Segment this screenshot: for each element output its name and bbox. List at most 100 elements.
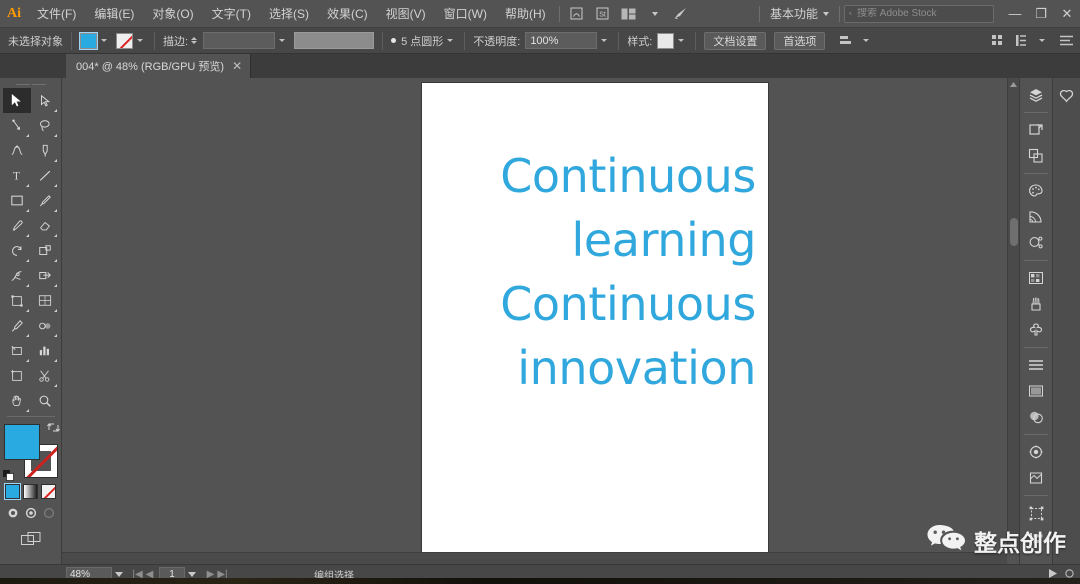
- lasso-tool[interactable]: [31, 113, 59, 138]
- menu-help[interactable]: 帮助(H): [496, 0, 555, 28]
- width-tool[interactable]: [3, 263, 31, 288]
- default-fill-stroke-icon[interactable]: [2, 468, 14, 481]
- document-tab[interactable]: 004* @ 48% (RGB/GPU 预览) ✕: [66, 54, 252, 78]
- stock-search-box[interactable]: [844, 4, 994, 23]
- close-button[interactable]: ✕: [1054, 2, 1080, 26]
- graph-tool[interactable]: [31, 338, 59, 363]
- draw-inside-icon[interactable]: [42, 506, 55, 519]
- opacity-dropdown-icon[interactable]: [597, 33, 610, 49]
- graphic-style-swatch[interactable]: [657, 32, 675, 49]
- align-dropdown-icon[interactable]: [859, 33, 872, 49]
- menu-type[interactable]: 文字(T): [203, 0, 260, 28]
- hand-tool[interactable]: [3, 388, 31, 413]
- menu-select[interactable]: 选择(S): [260, 0, 318, 28]
- recolor-dropdown-icon[interactable]: [1035, 33, 1048, 49]
- artboard-text-object[interactable]: Continuous learning Continuous innovatio…: [448, 145, 756, 401]
- paintbrush-tool[interactable]: [31, 188, 59, 213]
- layers-panel-icon[interactable]: [1022, 82, 1050, 108]
- fill-swatch[interactable]: [79, 31, 98, 50]
- transparency-panel-icon[interactable]: [1022, 404, 1050, 430]
- swap-fill-stroke-icon[interactable]: [46, 421, 60, 434]
- tools-panel-grip[interactable]: [0, 81, 61, 88]
- brush-dropdown-icon[interactable]: [443, 33, 456, 49]
- fill-dropdown-icon[interactable]: [97, 33, 110, 49]
- fill-indicator[interactable]: [3, 424, 40, 460]
- eraser-tool[interactable]: [31, 213, 59, 238]
- free-transform-tool[interactable]: [3, 288, 31, 313]
- selection-tool[interactable]: [2, 88, 31, 113]
- canvas-vertical-scrollbar[interactable]: [1007, 78, 1019, 552]
- none-mode-button[interactable]: [41, 484, 56, 499]
- style-dropdown-icon[interactable]: [674, 33, 687, 49]
- menu-window[interactable]: 窗口(W): [435, 0, 496, 28]
- brushes-panel-icon[interactable]: [1022, 291, 1050, 317]
- arrange-documents-icon[interactable]: [618, 4, 640, 24]
- pen-tool[interactable]: [31, 138, 59, 163]
- stroke-swatch[interactable]: [116, 32, 133, 49]
- canvas-area[interactable]: Continuous learning Continuous innovatio…: [62, 78, 1019, 564]
- scissors-tool[interactable]: [31, 363, 59, 388]
- search-input[interactable]: [857, 8, 989, 19]
- artboard[interactable]: Continuous learning Continuous innovatio…: [422, 83, 768, 562]
- blend-tool[interactable]: [31, 313, 59, 338]
- draw-normal-icon[interactable]: [6, 506, 19, 519]
- magic-wand-tool[interactable]: [31, 88, 59, 113]
- stroke-dropdown-icon[interactable]: [133, 33, 146, 49]
- pencil-tool[interactable]: [3, 213, 31, 238]
- stroke-profile-field[interactable]: [203, 32, 276, 49]
- restore-button[interactable]: ❐: [1028, 2, 1054, 26]
- type-tool[interactable]: T: [3, 163, 31, 188]
- transform-panel-icon[interactable]: [1022, 500, 1050, 526]
- menu-file[interactable]: 文件(F): [28, 0, 85, 28]
- menu-effect[interactable]: 效果(C): [318, 0, 377, 28]
- menu-view[interactable]: 视图(V): [377, 0, 435, 28]
- graphic-styles-panel-icon[interactable]: [1022, 465, 1050, 491]
- asset-export-panel-icon[interactable]: [1022, 143, 1050, 169]
- panel-menu-icon[interactable]: [1056, 31, 1076, 51]
- color-mode-button[interactable]: [4, 483, 21, 500]
- eyedropper-tool[interactable]: [3, 313, 31, 338]
- grid-view-icon[interactable]: [987, 31, 1007, 51]
- stroke-panel-icon[interactable]: [1022, 352, 1050, 378]
- color-themes-panel-icon[interactable]: [1022, 230, 1050, 256]
- color-guide-panel-icon[interactable]: [1022, 204, 1050, 230]
- curvature-tool[interactable]: [3, 138, 31, 163]
- screen-mode-icon[interactable]: [18, 529, 44, 549]
- scroll-down-icon[interactable]: [1008, 540, 1019, 552]
- variable-width-field[interactable]: [294, 32, 375, 49]
- swatches-panel-icon[interactable]: [1022, 265, 1050, 291]
- color-panel-icon[interactable]: [1022, 178, 1050, 204]
- stroke-weight-stepper[interactable]: [191, 37, 198, 44]
- preferences-button[interactable]: 首选项: [774, 31, 826, 50]
- scroll-up-icon[interactable]: [1008, 78, 1019, 90]
- gradient-mode-button[interactable]: [23, 484, 38, 499]
- stock-icon[interactable]: St: [592, 4, 614, 24]
- rotate-tool[interactable]: [3, 238, 31, 263]
- workspace-switcher[interactable]: 基本功能: [764, 4, 835, 24]
- direct-selection-tool[interactable]: [3, 113, 31, 138]
- menu-edit[interactable]: 编辑(E): [85, 0, 143, 28]
- vertical-scroll-thumb[interactable]: [1010, 218, 1018, 246]
- menu-object[interactable]: 对象(O): [143, 0, 202, 28]
- stroke-profile-dropdown-icon[interactable]: [275, 33, 288, 49]
- appearance-panel-icon[interactable]: [1022, 439, 1050, 465]
- perspective-grid-tool[interactable]: [31, 288, 59, 313]
- gradient-panel-icon[interactable]: [1022, 378, 1050, 404]
- document-setup-button[interactable]: 文档设置: [704, 31, 767, 50]
- draw-behind-icon[interactable]: [24, 506, 37, 519]
- zoom-tool[interactable]: [31, 388, 59, 413]
- line-segment-tool[interactable]: [31, 163, 59, 188]
- rectangle-tool[interactable]: [3, 188, 31, 213]
- align-panel-icon[interactable]: [1022, 526, 1050, 552]
- shape-builder-tool[interactable]: [31, 263, 59, 288]
- chevron-down-icon[interactable]: [644, 4, 666, 24]
- libraries-panel-icon[interactable]: [1053, 82, 1080, 108]
- artboards-panel-icon[interactable]: [1022, 117, 1050, 143]
- slice-tool[interactable]: [3, 338, 31, 363]
- close-icon[interactable]: ✕: [232, 60, 242, 72]
- artboard-tool[interactable]: [3, 363, 31, 388]
- minimize-button[interactable]: —: [1002, 2, 1028, 26]
- scale-tool[interactable]: [31, 238, 59, 263]
- canvas-horizontal-scrollbar[interactable]: [62, 552, 1007, 564]
- opacity-field[interactable]: 100%: [525, 32, 598, 49]
